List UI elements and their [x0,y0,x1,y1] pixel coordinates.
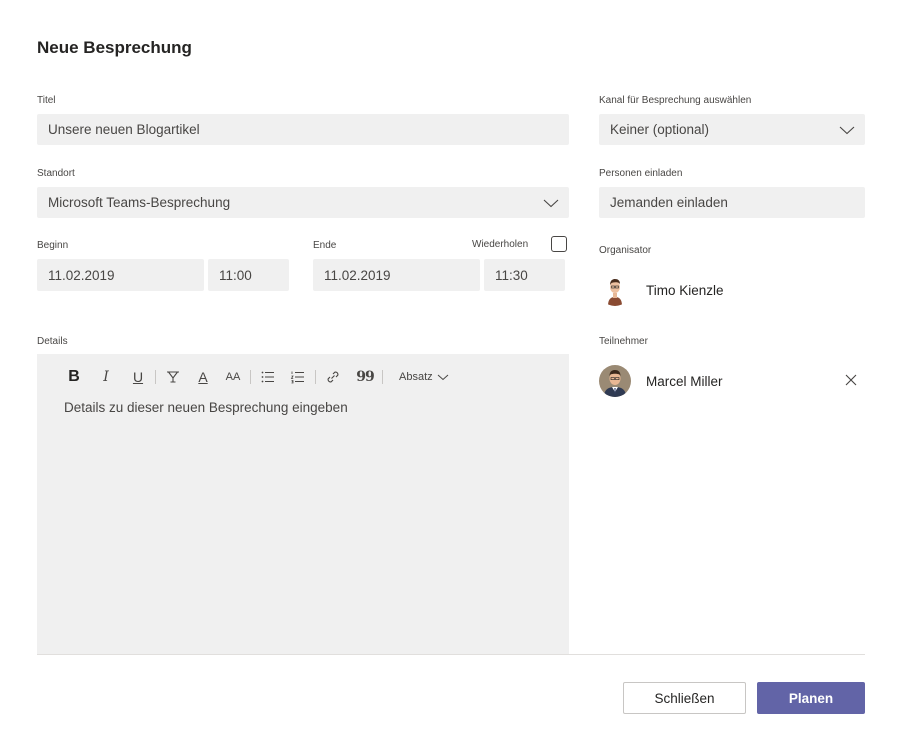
participants-label: Teilnehmer [599,336,648,347]
chevron-down-icon [543,199,559,207]
toolbar-divider [155,370,156,384]
bold-button[interactable]: B [63,366,85,388]
channel-dropdown[interactable]: Keiner (optional) [599,114,865,145]
close-button[interactable]: Schließen [623,682,746,714]
start-date-value: 11.02.2019 [48,267,115,283]
end-date-value: 11.02.2019 [324,267,391,283]
numbered-list-button[interactable] [287,366,309,388]
start-date-picker[interactable]: 11.02.2019 [37,259,204,291]
organizer-name: Timo Kienzle [646,282,724,298]
repeat-checkbox[interactable] [551,236,567,252]
invite-label: Personen einladen [599,168,683,179]
details-label: Details [37,336,68,347]
quote-button[interactable]: 99 [354,366,376,388]
location-dropdown[interactable]: Microsoft Teams-Besprechung [37,187,569,218]
start-time-picker[interactable]: 11:00 [208,259,289,291]
details-editor[interactable]: B I U A AA 99 Absatz Details zu dieser n… [37,354,569,654]
invite-input[interactable]: Jemanden einladen [599,187,865,218]
start-label: Beginn [37,240,69,251]
footer-divider [37,654,865,655]
numbered-list-icon [290,371,304,384]
toolbar-divider [382,370,383,384]
link-icon [327,371,339,383]
repeat-label: Wiederholen [472,239,529,250]
font-color-button[interactable]: A [192,366,214,388]
highlight-button[interactable] [162,366,184,388]
channel-value: Keiner (optional) [610,122,710,137]
participant-name: Marcel Miller [646,373,723,389]
quote-icon: 99 [356,369,375,385]
formatting-toolbar: B I U A AA 99 Absatz [63,366,449,388]
location-value: Microsoft Teams-Besprechung [48,195,231,210]
dialog-title: Neue Besprechung [37,38,192,57]
paragraph-style-dropdown[interactable]: Absatz [399,366,449,388]
start-time-value: 11:00 [219,267,252,283]
organizer-label: Organisator [599,245,652,256]
avatar [599,365,631,397]
invite-placeholder: Jemanden einladen [610,195,728,210]
toolbar-divider [250,370,251,384]
chevron-down-icon [437,374,448,381]
toolbar-divider [315,370,316,384]
italic-button[interactable]: I [95,366,117,388]
title-input[interactable]: Unsere neuen Blogartikel [37,114,569,145]
end-date-picker[interactable]: 11.02.2019 [313,259,480,291]
location-label: Standort [37,168,75,179]
paragraph-style-label: Absatz [399,371,433,383]
bullet-list-icon [261,371,274,383]
highlighter-icon [167,371,179,383]
channel-label: Kanal für Besprechung auswählen [599,95,752,106]
avatar [599,274,631,306]
title-value: Unsere neuen Blogartikel [48,122,200,137]
font-size-button[interactable]: AA [222,366,244,388]
details-placeholder: Details zu dieser neuen Besprechung eing… [64,400,348,415]
title-label: Titel [37,95,56,106]
end-label: Ende [313,240,337,251]
bullet-list-button[interactable] [257,366,279,388]
end-time-value: 11:30 [495,267,528,283]
participant-item: Marcel Miller [599,365,723,397]
schedule-button[interactable]: Planen [757,682,865,714]
end-time-picker[interactable]: 11:30 [484,259,565,291]
chevron-down-icon [839,126,855,134]
organizer: Timo Kienzle [599,274,724,306]
link-button[interactable] [322,366,344,388]
close-icon[interactable] [843,372,859,388]
underline-button[interactable]: U [127,366,149,388]
